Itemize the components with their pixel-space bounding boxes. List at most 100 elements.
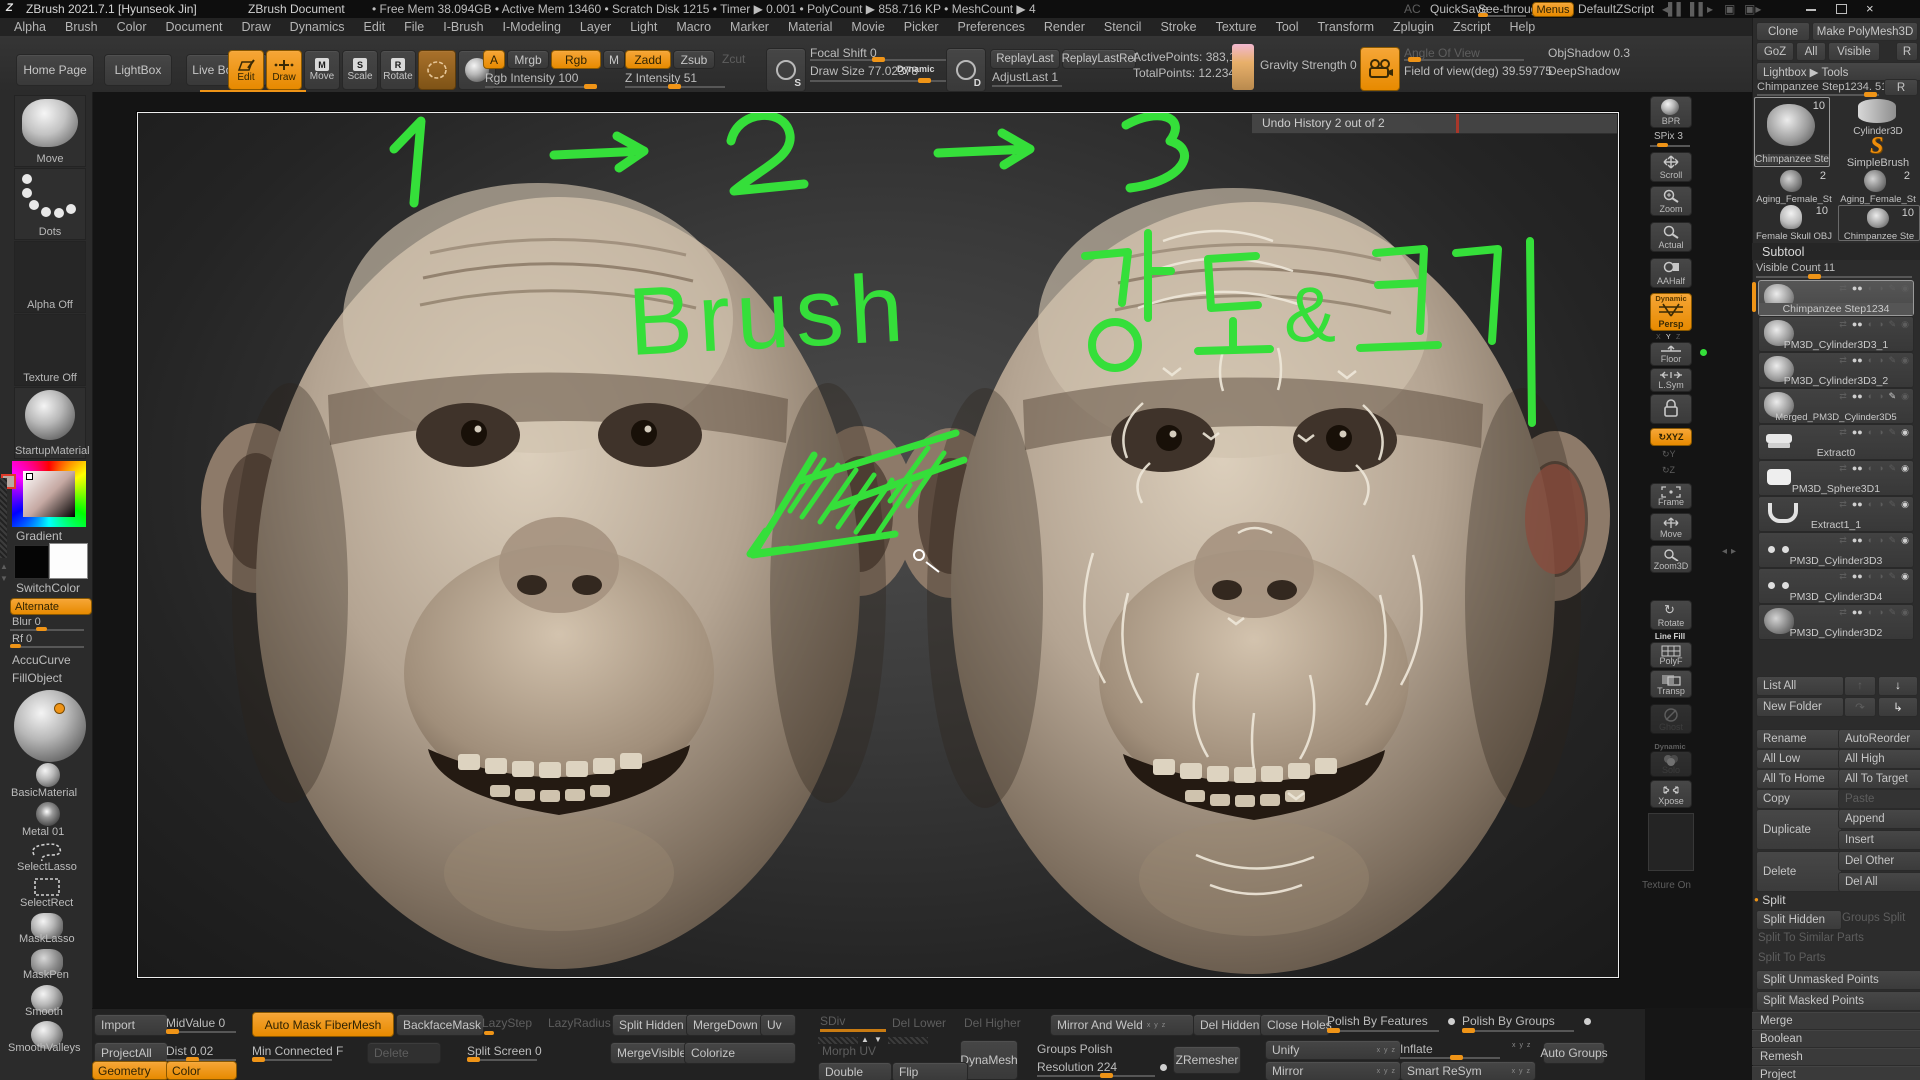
all-to-target-button[interactable]: All To Target <box>1838 769 1920 789</box>
z-intensity-slider[interactable]: Z Intensity 51 <box>625 71 697 85</box>
split-screen-thumb[interactable] <box>467 1057 480 1062</box>
inflate-slider[interactable]: Inflate <box>1400 1042 1433 1056</box>
left-tray-scroll-down-icon[interactable]: ▼ <box>0 574 8 583</box>
duplicate-button[interactable]: Duplicate <box>1756 809 1842 850</box>
menu-stencil[interactable]: Stencil <box>1104 20 1142 34</box>
tool-slot-simplebrush[interactable]: S SimpleBrush <box>1840 137 1916 167</box>
left-tray-scroll-up-icon[interactable]: ▲ <box>0 562 8 571</box>
document-canvas[interactable]: Brush & Undo History 2 out of 2 <box>137 112 1619 978</box>
menu-macro[interactable]: Macro <box>676 20 711 34</box>
polish-groups-thumb[interactable] <box>1462 1028 1475 1033</box>
brush-picker[interactable]: Move <box>14 95 86 167</box>
current-brush-button[interactable] <box>418 50 456 90</box>
subtool-row-10[interactable]: ⇄●●◐◑✎◉ PM3D_Cylinder3D2 <box>1758 604 1914 640</box>
double-button[interactable]: Double <box>818 1062 892 1080</box>
blur-thumb[interactable] <box>36 627 47 631</box>
menu-layer[interactable]: Layer <box>580 20 611 34</box>
edit-mode-button[interactable]: Edit <box>228 50 264 90</box>
close-button[interactable]: × <box>1866 1 1874 16</box>
midvalue-slider[interactable]: MidValue 0 <box>166 1016 225 1030</box>
zoom-button[interactable]: Zoom <box>1650 186 1692 216</box>
menu-imodeling[interactable]: I-Modeling <box>503 20 561 34</box>
colorize-button[interactable]: Colorize <box>684 1042 796 1064</box>
subtool-header[interactable]: Subtool <box>1752 243 1920 260</box>
zremesher-button[interactable]: ZRemesher <box>1173 1046 1241 1074</box>
polypaint-icon[interactable]: ⇄ <box>1839 283 1847 294</box>
resolution-slider[interactable]: Resolution 224 <box>1037 1060 1117 1074</box>
menu-zscript[interactable]: Zscript <box>1453 20 1491 34</box>
rf-track[interactable] <box>10 646 84 648</box>
texture-on-label[interactable]: Texture On <box>1642 880 1691 891</box>
make-polymesh3d-button[interactable]: Make PolyMesh3D <box>1812 22 1918 41</box>
collapse-left-tray-icon[interactable]: ◂▌▌ <box>1662 2 1685 16</box>
polyframe-button[interactable]: PolyF <box>1650 642 1692 668</box>
menu-file[interactable]: File <box>404 20 424 34</box>
rgb-intensity-thumb[interactable] <box>584 84 597 89</box>
visible-count-thumb[interactable] <box>1808 274 1821 279</box>
floor-axis-x[interactable]: X <box>1656 334 1661 341</box>
see-through-thumb[interactable] <box>1478 13 1488 17</box>
floor-axis-z[interactable]: Z <box>1676 334 1680 341</box>
polish-features-track[interactable] <box>1327 1030 1439 1032</box>
folder-branch-button[interactable]: ↳ <box>1878 697 1918 717</box>
rgb-toggle[interactable]: Rgb <box>551 50 601 69</box>
visible-count-track[interactable] <box>1756 276 1912 278</box>
dynamic-draw-size-toggle[interactable]: Dynamic <box>897 64 935 74</box>
menu-color[interactable]: Color <box>117 20 147 34</box>
alpha-picker[interactable]: Alpha Off <box>14 241 86 313</box>
sdiv-scrub-left[interactable] <box>818 1037 858 1044</box>
fov-slider[interactable]: Field of view(deg) 39.59775 <box>1404 64 1552 78</box>
min-connected-slider[interactable]: Min Connected F <box>252 1044 343 1058</box>
import-button[interactable]: Import <box>94 1014 168 1036</box>
rotate-y-button[interactable]: ↻Y <box>1662 449 1676 460</box>
menu-alpha[interactable]: Alpha <box>14 20 46 34</box>
accucurve-button[interactable]: AccuCurve <box>12 653 71 667</box>
all-low-button[interactable]: All Low <box>1756 749 1842 769</box>
subtool-row-5[interactable]: ⇄●●◐◑✎◉ Extract0 <box>1758 424 1914 460</box>
split-masked-button[interactable]: Split Masked Points <box>1756 991 1920 1011</box>
material-picker[interactable]: StartupMaterial <box>14 387 86 459</box>
replay-last-button[interactable]: ReplayLast <box>990 49 1060 69</box>
remesh-section[interactable]: Remesh <box>1752 1048 1920 1065</box>
auto-groups-button[interactable]: Auto Groups <box>1543 1042 1605 1064</box>
rename-button[interactable]: Rename <box>1756 729 1842 749</box>
tool-slot-skull[interactable]: 10 Female Skull OBJ <box>1754 205 1834 239</box>
secondary-color-swatch[interactable] <box>49 543 88 579</box>
delete-button[interactable]: Delete <box>1756 851 1842 892</box>
aahalf-button[interactable]: AAHalf <box>1650 258 1692 288</box>
resolution-track[interactable] <box>1037 1075 1155 1077</box>
menu-texture[interactable]: Texture <box>1216 20 1257 34</box>
draw-size-thumb[interactable] <box>918 78 931 83</box>
project-section[interactable]: Project <box>1752 1066 1920 1080</box>
all-high-button[interactable]: All High <box>1838 749 1920 769</box>
adjust-last-slider[interactable]: AdjustLast 1 <box>992 70 1058 84</box>
sculpt-viewport[interactable]: Brush & <box>138 113 1618 977</box>
left-tray-scrollbar[interactable] <box>0 478 7 558</box>
split-hidden-button[interactable]: Split Hidden <box>1756 910 1842 930</box>
menu-marker[interactable]: Marker <box>730 20 769 34</box>
subtool-row-7[interactable]: ⇄●●◐◑✎◉ Extract1_1 <box>1758 496 1914 532</box>
split-unmasked-button[interactable]: Split Unmasked Points <box>1756 970 1920 990</box>
spix-track[interactable] <box>1650 145 1690 147</box>
resolution-thumb[interactable] <box>1100 1073 1113 1078</box>
scroll-button[interactable]: Scroll <box>1650 152 1692 182</box>
local-pivot-button[interactable] <box>1650 394 1692 424</box>
gravity-strength-slider[interactable]: Gravity Strength 0 <box>1260 58 1357 72</box>
default-zscript-button[interactable]: DefaultZScript <box>1578 2 1654 16</box>
polish-groups-track[interactable] <box>1462 1030 1574 1032</box>
focal-shift-thumb[interactable] <box>872 57 885 62</box>
polish-groups-mode-dot[interactable] <box>1584 1018 1591 1025</box>
polish-features-thumb[interactable] <box>1327 1028 1340 1033</box>
rotate-z-button[interactable]: ↻Z <box>1662 465 1675 476</box>
menu-dynamics[interactable]: Dynamics <box>290 20 345 34</box>
inflate-axes[interactable]: x y z <box>1512 1042 1531 1049</box>
active-tool-thumb[interactable] <box>1864 92 1877 97</box>
floor-button[interactable]: Floor <box>1650 342 1692 366</box>
list-all-button[interactable]: List All <box>1756 676 1844 696</box>
menu-preferences[interactable]: Preferences <box>958 20 1025 34</box>
autoreorder-button[interactable]: AutoReorder <box>1838 729 1920 749</box>
menu-edit[interactable]: Edit <box>364 20 386 34</box>
menu-light[interactable]: Light <box>630 20 657 34</box>
smart-resym-button[interactable]: Smart ReSymx y z <box>1400 1061 1536 1080</box>
actual-button[interactable]: Actual <box>1650 222 1692 252</box>
